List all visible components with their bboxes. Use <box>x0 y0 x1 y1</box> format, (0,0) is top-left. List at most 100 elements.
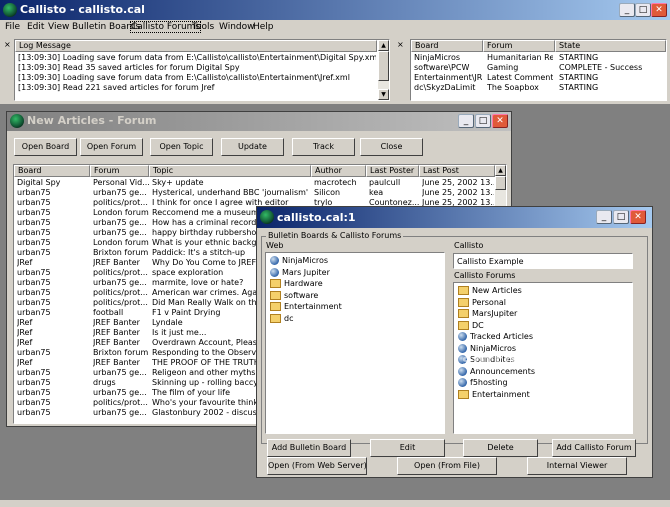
menu-tools[interactable]: Tools <box>192 22 214 32</box>
menu-callisto-forums[interactable]: Callisto Forums <box>129 21 202 33</box>
table-cell: urban75 <box>17 198 51 207</box>
group-label: Bulletin Boards & Callisto Forums <box>266 231 404 240</box>
status-cell: Humanitarian Re... <box>487 53 553 62</box>
callisto-name-field[interactable]: Callisto Example <box>453 253 633 269</box>
status-header-forum[interactable]: Forum <box>483 40 555 52</box>
menu-edit[interactable]: Edit <box>27 22 44 32</box>
tree-item-label: software <box>284 290 319 300</box>
update-button[interactable]: Update <box>221 138 284 156</box>
tree-item[interactable]: MarsJupiter <box>458 308 517 319</box>
tree-item[interactable]: f5hosting <box>458 377 508 388</box>
close-icon[interactable]: ✕ <box>630 210 646 224</box>
tree-item[interactable]: Entertainment <box>270 301 342 312</box>
col-header-topic[interactable]: Topic <box>149 165 311 177</box>
edit-button[interactable]: Edit <box>370 439 445 457</box>
table-row[interactable]: Digital Spy Personal Vid... Sky+ update mac… <box>14 178 495 188</box>
log-close-icon[interactable]: × <box>4 40 11 52</box>
col-header-last-post[interactable]: Last Post <box>419 165 495 177</box>
table-cell: urban75 <box>17 378 51 387</box>
tree-item[interactable]: Mars Jupiter <box>270 267 330 278</box>
table-cell: urban75 <box>17 308 51 317</box>
menu-bulletin-boards[interactable]: Bulletin Boards <box>72 22 140 32</box>
open-board-button[interactable]: Open Board <box>14 138 77 156</box>
add-callisto-forum-button[interactable]: Add Callisto Forum <box>552 439 636 457</box>
tree-item[interactable]: NinjaMicros <box>270 255 328 266</box>
table-cell: urban75 ge... <box>93 228 147 237</box>
scroll-up-icon[interactable]: ▲ <box>495 165 506 176</box>
cal-titlebar[interactable]: callisto.cal:1 _ □ ✕ <box>257 207 652 228</box>
col-header-forum[interactable]: Forum <box>90 165 149 177</box>
table-cell: urban75 <box>17 228 51 237</box>
folder-icon <box>458 320 469 330</box>
menu-file[interactable]: File <box>5 22 20 32</box>
tree-item-label: MarsJupiter <box>472 309 518 318</box>
menu-view[interactable]: View <box>48 22 69 32</box>
callisto-label: Callisto <box>454 241 484 250</box>
log-scrollbar[interactable]: ▲ ▼ <box>378 40 389 100</box>
scroll-thumb[interactable] <box>378 51 389 81</box>
scroll-up-icon[interactable]: ▲ <box>378 40 389 51</box>
table-row[interactable]: urban75 urban75 ge... Hysterical, underhan… <box>14 188 495 198</box>
table-cell: Silicon <box>314 188 341 197</box>
tree-item[interactable]: dc <box>270 313 293 324</box>
open-from-web-server-button[interactable]: Open (From Web Server) <box>267 457 367 475</box>
status-cell: STARTING <box>559 83 599 92</box>
table-cell: urban75 <box>17 398 51 407</box>
status-close-icon[interactable]: × <box>397 40 404 52</box>
status-header-board[interactable]: Board <box>411 40 483 52</box>
table-cell: urban75 ge... <box>93 218 147 227</box>
delete-button[interactable]: Delete <box>463 439 538 457</box>
web-tree[interactable]: NinjaMicros Mars Jupiter Hardware software E… <box>265 252 445 434</box>
table-cell: Digital Spy <box>17 178 61 187</box>
maximize-icon[interactable]: □ <box>475 114 491 128</box>
status-header-state[interactable]: State <box>555 40 666 52</box>
col-header-author[interactable]: Author <box>311 165 366 177</box>
globe-icon <box>270 267 279 277</box>
articles-window-title: New Articles - Forum <box>27 114 157 127</box>
status-cell: dc\SkyzDaLimit <box>414 83 476 92</box>
close-icon[interactable]: ✕ <box>651 3 667 17</box>
tree-item[interactable]: New Articles <box>458 285 522 296</box>
minimize-icon[interactable]: _ <box>619 3 635 17</box>
open-forum-button[interactable]: Open Forum <box>80 138 143 156</box>
add-bulletin-board-button[interactable]: Add Bulletin Board <box>267 439 351 457</box>
minimize-icon[interactable]: _ <box>458 114 474 128</box>
col-header-last-poster[interactable]: Last Poster <box>366 165 419 177</box>
internal-viewer-button[interactable]: Internal Viewer <box>527 457 627 475</box>
tree-item-label: Entertainment <box>472 389 530 399</box>
log-header[interactable]: Log Message <box>15 40 377 52</box>
table-cell: paulcull <box>369 178 401 187</box>
tree-item[interactable]: Entertainment <box>458 389 530 400</box>
tree-item-label: Hardware <box>284 279 323 288</box>
log-line: [13:09:30] Loading save forum data from … <box>18 73 350 82</box>
close-icon[interactable]: ✕ <box>492 114 508 128</box>
folder-icon <box>458 389 469 399</box>
menu-help[interactable]: Help <box>253 22 274 32</box>
tree-item[interactable]: Personal <box>458 297 506 308</box>
maximize-icon[interactable]: □ <box>635 3 651 17</box>
track-button[interactable]: Track <box>292 138 355 156</box>
menu-window[interactable]: Window <box>219 22 255 32</box>
table-cell: London forum <box>93 208 149 217</box>
maximize-icon[interactable]: □ <box>613 210 629 224</box>
table-cell: Brixton forum <box>93 248 149 257</box>
articles-titlebar[interactable]: New Articles - Forum _ □ ✕ <box>7 112 511 131</box>
tree-item[interactable]: Hardware <box>270 278 323 289</box>
main-titlebar[interactable]: Callisto - callisto.cal _ □ ✕ <box>0 0 670 20</box>
table-cell: JREF Banter <box>93 318 140 327</box>
open-from-file-button[interactable]: Open (From File) <box>397 457 497 475</box>
tree-item[interactable]: DC <box>458 320 484 331</box>
tree-item[interactable]: software <box>270 290 318 301</box>
callisto-logo-icon <box>10 114 24 128</box>
table-cell: JRef <box>17 318 33 327</box>
close-button[interactable]: Close <box>360 138 423 156</box>
table-cell: Hysterical, underhand BBC 'journalism' <box>152 188 309 197</box>
web-label: Web <box>266 241 284 250</box>
scroll-thumb[interactable] <box>495 176 506 190</box>
tree-item[interactable]: Tracked Articles <box>458 331 533 342</box>
folder-icon <box>458 286 469 295</box>
col-header-board[interactable]: Board <box>14 165 90 177</box>
scroll-down-icon[interactable]: ▼ <box>378 89 389 100</box>
minimize-icon[interactable]: _ <box>596 210 612 224</box>
open-topic-button[interactable]: Open Topic <box>150 138 213 156</box>
